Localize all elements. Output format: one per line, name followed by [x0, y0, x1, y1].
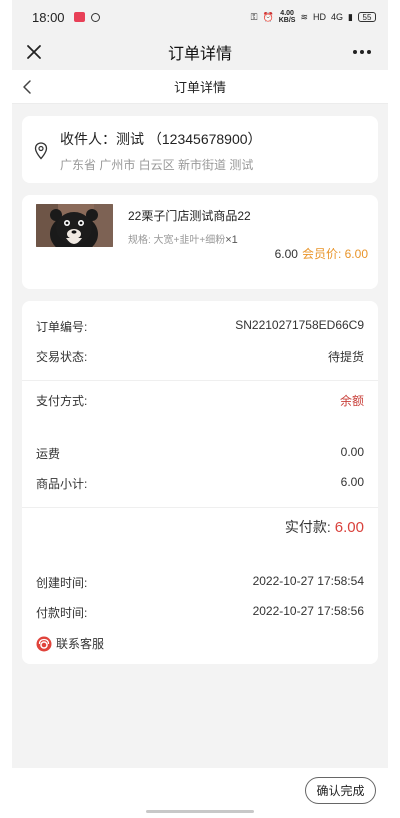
divider — [22, 380, 378, 381]
product-spec-text: 规格: 大宽+韭叶+细粉 — [128, 235, 226, 246]
wifi-icon: ≋ — [300, 11, 309, 22]
signal-label: 4G — [331, 12, 344, 22]
status-bar: 18:00 ⚿ ⏰ 4.00 KB/S ≋ HD 4G ▮ 55 — [12, 0, 388, 34]
product-spec: 规格: 大宽+韭叶+细粉×1 — [128, 231, 238, 246]
product-image — [36, 204, 113, 247]
paid-amount-row: 实付款: 6.00 — [285, 517, 364, 537]
order-number-row: 订单编号: SN2210271758ED66C9 — [36, 318, 364, 335]
pay-time-row: 付款时间: 2022-10-27 17:58:56 — [36, 604, 364, 621]
shipping-row: 运费 0.00 — [36, 445, 364, 462]
back-icon[interactable] — [18, 77, 38, 97]
paid-label: 实付款: — [284, 519, 331, 535]
paid-amount-value: 6.00 — [334, 519, 364, 536]
order-number-value: SN2210271758ED66C9 — [235, 318, 364, 332]
payment-method-label: 支付方式: — [36, 394, 88, 408]
member-price: 会员价: 6.00 — [301, 247, 368, 261]
app-bar: 订单详情 — [12, 34, 388, 70]
pay-time-value: 2022-10-27 17:58:56 — [252, 604, 364, 618]
order-detail-card: 订单编号: SN2210271758ED66C9 交易状态: 待提货 支付方式:… — [22, 301, 378, 664]
created-time-label: 创建时间: — [36, 576, 88, 590]
pay-time-label: 付款时间: — [36, 606, 88, 620]
location-pin-icon — [34, 142, 48, 160]
customer-service-icon — [36, 636, 52, 651]
order-status-row: 交易状态: 待提货 — [36, 348, 364, 365]
confirm-complete-button[interactable]: 确认完成 — [305, 777, 376, 804]
screen: 18:00 ⚿ ⏰ 4.00 KB/S ≋ HD 4G ▮ 55 订单详情 订单… — [0, 0, 400, 818]
notification-app-icon — [73, 12, 85, 22]
key-icon: ⚿ — [250, 11, 258, 22]
battery-icon: 55 — [358, 12, 376, 22]
subtotal-value: 6.00 — [340, 475, 364, 489]
goods-card[interactable]: 22栗子门店测试商品22 规格: 大宽+韭叶+细粉×1 6.00 会员价: 6.0… — [22, 195, 378, 289]
order-number-label: 订单编号: — [36, 320, 88, 334]
product-price: 6.00 — [274, 247, 298, 261]
home-indicator — [146, 810, 254, 813]
order-status-value: 待提货 — [327, 350, 364, 364]
page-title: 订单详情 — [173, 80, 226, 95]
created-time-value: 2022-10-27 17:58:54 — [252, 574, 364, 588]
net-speed: 4.00 KB/S — [279, 10, 296, 24]
shipping-label: 运费 — [36, 447, 61, 461]
divider — [22, 507, 378, 508]
alarm-icon: ⏰ — [262, 11, 274, 22]
receiver-info: 收件人：测试 （12345678900） — [60, 131, 262, 147]
net-speed-value: 4.00 — [280, 10, 294, 17]
status-time: 18:00 — [32, 9, 65, 25]
product-prices: 6.00 会员价: 6.00 — [275, 245, 368, 262]
contact-service-label: 联系客服 — [56, 637, 105, 651]
close-icon[interactable] — [22, 40, 46, 64]
contact-service-link[interactable]: 联系客服 — [36, 635, 104, 652]
address-detail: 广东省 广州市 白云区 新市街道 测试 — [60, 158, 254, 172]
created-time-row: 创建时间: 2022-10-27 17:58:54 — [36, 574, 364, 591]
subtotal-label: 商品小计: — [36, 477, 88, 491]
net-speed-unit: KB/S — [278, 17, 296, 24]
subtotal-row: 商品小计: 6.00 — [36, 475, 364, 492]
more-icon[interactable] — [348, 41, 376, 63]
status-right: ⚿ ⏰ 4.00 KB/S ≋ HD 4G ▮ 55 — [251, 10, 376, 24]
nav-bar: 订单详情 — [12, 70, 388, 104]
product-quantity: ×1 — [225, 234, 238, 246]
app-title: 订单详情 — [167, 46, 232, 63]
shipping-value: 0.00 — [340, 445, 364, 459]
payment-method-value: 余额 — [339, 394, 364, 408]
product-name: 22栗子门店测试商品22 — [128, 209, 251, 223]
payment-method-row: 支付方式: 余额 — [36, 392, 364, 409]
network-hd: HD — [313, 12, 327, 22]
address-card: 收件人：测试 （12345678900） 广东省 广州市 白云区 新市街道 测试 — [22, 116, 378, 183]
signal-icon: ▮ — [348, 11, 353, 22]
order-status-label: 交易状态: — [36, 350, 88, 364]
camera-notification-icon — [90, 12, 100, 22]
